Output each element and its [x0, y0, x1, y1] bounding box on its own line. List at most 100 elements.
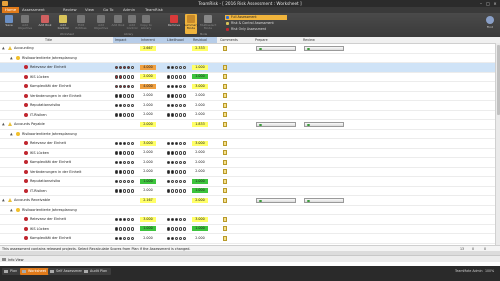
find-button[interactable]: Find	[484, 15, 496, 33]
impact-rating[interactable]	[115, 236, 134, 241]
impact-rating[interactable]	[115, 113, 134, 118]
likelihood-rating[interactable]	[167, 236, 186, 241]
col-review[interactable]: Review	[303, 37, 315, 43]
impact-rating[interactable]	[115, 94, 134, 99]
table-row[interactable]: Komplexität der Einheit 2.000 2.000	[0, 158, 500, 168]
comment-icon[interactable]	[223, 140, 227, 146]
table-row[interactable]: Relevanz der Einheit 3.000 3.000	[0, 139, 500, 149]
expand-toggle-icon[interactable]: ▲	[2, 122, 5, 126]
comment-icon[interactable]	[223, 188, 227, 193]
table-row[interactable]: Komplexität der Einheit 2.000 2.000	[0, 234, 500, 244]
prepare-signoff-button[interactable]	[256, 197, 296, 203]
comment-icon[interactable]	[223, 45, 227, 51]
comment-icon[interactable]	[223, 102, 227, 108]
copy-to-library-button[interactable]: Copy to Library	[140, 14, 152, 34]
likelihood-rating[interactable]	[167, 141, 186, 146]
col-prepare[interactable]: Prepare	[255, 37, 268, 43]
likelihood-rating[interactable]	[167, 113, 186, 118]
impact-rating[interactable]	[115, 217, 134, 222]
review-signoff-button[interactable]	[304, 197, 344, 203]
impact-rating[interactable]	[115, 170, 134, 175]
comment-icon[interactable]	[223, 169, 227, 174]
impact-rating[interactable]	[115, 65, 134, 70]
impact-rating[interactable]	[115, 151, 134, 156]
likelihood-rating[interactable]	[167, 84, 186, 89]
col-comments[interactable]: Comments	[220, 37, 238, 43]
col-title[interactable]: Title	[45, 37, 52, 43]
filter-full-assessment[interactable]: Full Assessment	[225, 15, 287, 20]
filter-risk-only[interactable]: Risk Only Assessment	[225, 27, 287, 32]
comment-icon[interactable]	[223, 74, 227, 79]
table-row[interactable]: IT-Risiken 2.000 2.000	[0, 111, 500, 120]
impact-rating[interactable]	[115, 189, 134, 194]
nav-tab-worksheet[interactable]: Worksheet	[20, 268, 51, 275]
table-row[interactable]: Veränderungen in der Einheit 2.000 2.000	[0, 168, 500, 177]
library-add-risk-button[interactable]: Add Risk	[112, 14, 124, 34]
table-row[interactable]: IKS Lücken 2.000 1.000	[0, 73, 500, 82]
likelihood-rating[interactable]	[167, 170, 186, 175]
expand-toggle-icon[interactable]: ▲	[2, 198, 5, 202]
comment-icon[interactable]	[223, 197, 227, 203]
summary-mode-button[interactable]: Summary Mode	[184, 14, 198, 34]
impact-rating[interactable]	[115, 75, 134, 80]
likelihood-rating[interactable]	[167, 227, 186, 232]
likelihood-rating[interactable]	[167, 94, 186, 99]
table-row[interactable]: IKS Lücken 2.000 2.000	[0, 149, 500, 158]
expand-toggle-icon[interactable]: ▲	[10, 56, 13, 60]
maximize-icon[interactable]: □	[485, 1, 491, 6]
comment-icon[interactable]	[223, 83, 227, 89]
close-icon[interactable]: ×	[492, 1, 498, 6]
col-residual[interactable]: Residual	[191, 37, 217, 43]
col-likelihood[interactable]: Likelihood	[165, 37, 191, 43]
table-row[interactable]: ▲ Risikoorientierte Jahresplanung	[0, 130, 500, 139]
impact-rating[interactable]	[115, 179, 134, 184]
multiselect-mode-button[interactable]: Multiselect Mode	[200, 14, 216, 34]
expand-toggle-icon[interactable]: ▲	[10, 132, 13, 136]
comment-icon[interactable]	[223, 150, 227, 155]
impact-rating[interactable]	[115, 227, 134, 232]
pin-icon[interactable]	[2, 258, 6, 261]
impact-rating[interactable]	[115, 103, 134, 108]
review-signoff-button[interactable]	[304, 45, 344, 51]
add-control-button[interactable]: Add Control	[57, 14, 69, 34]
table-row[interactable]: ▲ Accounting 2.667 2.333	[0, 44, 500, 54]
table-row[interactable]: ▲ Risikoorientierte Jahresplanung	[0, 206, 500, 215]
likelihood-rating[interactable]	[167, 75, 186, 80]
edit-entities-button[interactable]: Edit Entities	[75, 14, 87, 34]
table-row[interactable]: Reputationsrisiko 1.000 1.000	[0, 177, 500, 187]
col-impact[interactable]: Impact	[113, 37, 139, 43]
table-row[interactable]: Relevanz der Einheit 4.000 1.000	[0, 63, 500, 73]
table-row[interactable]: IT-Risiken 2.000 1.000	[0, 187, 500, 196]
comment-icon[interactable]	[223, 226, 227, 231]
comment-icon[interactable]	[223, 64, 227, 70]
comment-icon[interactable]	[223, 121, 227, 127]
likelihood-rating[interactable]	[167, 160, 186, 165]
comment-icon[interactable]	[223, 216, 227, 222]
comment-icon[interactable]	[223, 178, 227, 184]
add-objective-button[interactable]: Add Objective	[18, 14, 32, 34]
table-row[interactable]: ▲ Accounts Payable 2.000 1.833	[0, 120, 500, 130]
likelihood-rating[interactable]	[167, 189, 186, 194]
col-inherent[interactable]: Inherent	[139, 37, 165, 43]
prepare-signoff-button[interactable]	[256, 121, 296, 127]
likelihood-rating[interactable]	[167, 65, 186, 70]
comment-icon[interactable]	[223, 112, 227, 117]
comment-icon[interactable]	[223, 159, 227, 165]
comment-icon[interactable]	[223, 235, 227, 241]
nav-tab-audit-plan[interactable]: Audit Plan	[82, 268, 112, 275]
expand-toggle-icon[interactable]: ▲	[2, 46, 5, 50]
save-button[interactable]: Save	[3, 14, 15, 34]
table-row[interactable]: Veränderungen in der Einheit 2.000 2.000	[0, 92, 500, 101]
table-row[interactable]: IKS Lücken 1.000 1.000	[0, 225, 500, 234]
prepare-signoff-button[interactable]	[256, 45, 296, 51]
vertical-scrollbar[interactable]	[495, 43, 500, 245]
impact-rating[interactable]	[115, 160, 134, 165]
table-row[interactable]: Reputationsrisiko 2.000 2.000	[0, 101, 500, 111]
add-risk-button[interactable]: Add Risk	[39, 14, 51, 34]
impact-rating[interactable]	[115, 84, 134, 89]
table-row[interactable]: Relevanz der Einheit 3.000 3.000	[0, 215, 500, 225]
likelihood-rating[interactable]	[167, 151, 186, 156]
library-add-objective-button[interactable]: Add Objective	[94, 14, 108, 34]
comment-icon[interactable]	[223, 93, 227, 98]
table-row[interactable]: ▲ Risikoorientierte Jahresplanung	[0, 54, 500, 63]
